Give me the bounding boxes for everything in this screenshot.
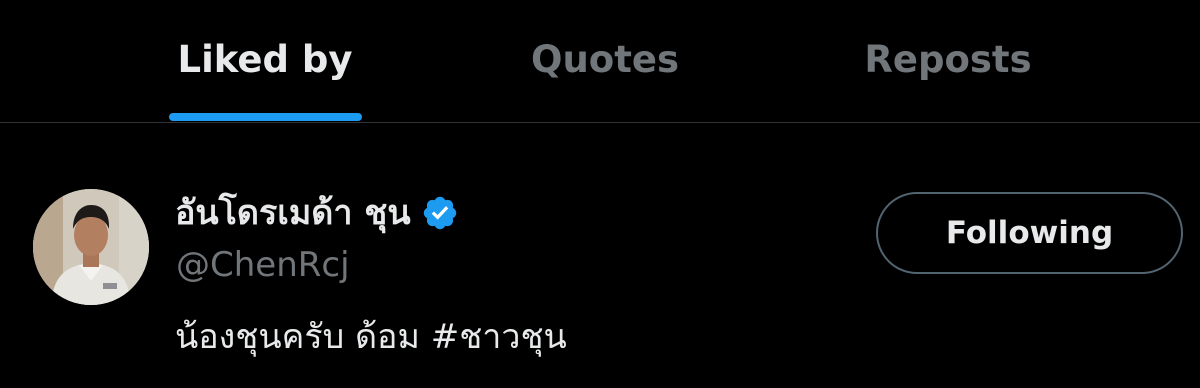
bio-text: น้องชุนครับ ด้อม [175, 317, 431, 357]
user-handle[interactable]: @ChenRcj [176, 245, 350, 285]
following-button[interactable]: Following [876, 192, 1183, 274]
user-list-item[interactable]: อันโดรเมด้า ชุน @ChenRcj น้องชุนครับ ด้อ… [0, 123, 1200, 388]
verified-badge-icon [421, 194, 459, 232]
tab-reposts[interactable]: Reposts [838, 0, 1058, 122]
tab-quotes-label: Quotes [530, 37, 680, 81]
tab-bar: Liked by Quotes Reposts [0, 0, 1200, 123]
user-bio: น้องชุนครับ ด้อม #ชาวชุน [175, 309, 567, 363]
tab-reposts-label: Reposts [864, 37, 1032, 81]
display-name-row: อันโดรเมด้า ชุน [175, 188, 459, 236]
bio-hashtag-link[interactable]: #ชาวชุน [431, 317, 567, 357]
tab-liked-by-label: Liked by [177, 37, 353, 81]
avatar-image [33, 189, 149, 305]
active-tab-indicator [169, 113, 362, 121]
display-name[interactable]: อันโดรเมด้า ชุน [175, 185, 411, 239]
tab-quotes[interactable]: Quotes [505, 0, 705, 122]
avatar[interactable] [33, 189, 149, 305]
tab-liked-by[interactable]: Liked by [165, 0, 365, 122]
